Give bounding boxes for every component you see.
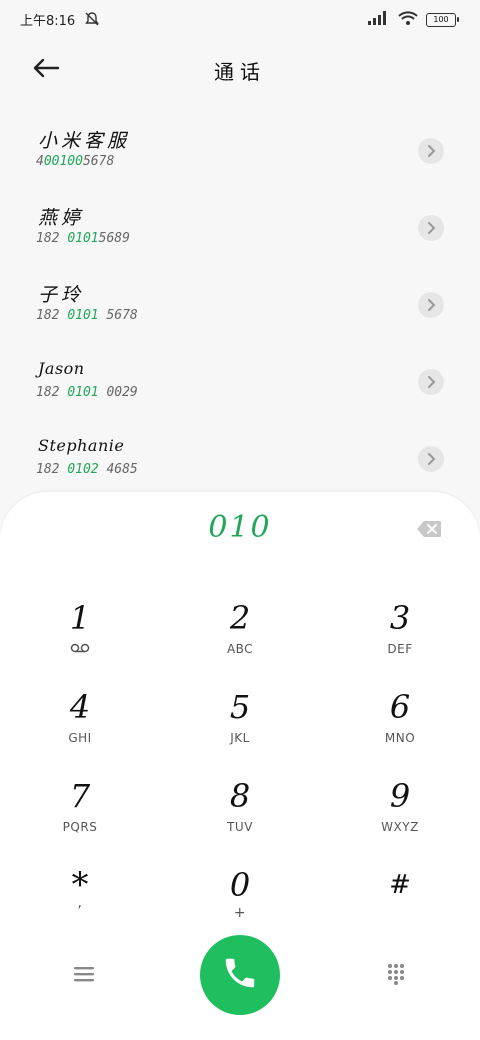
key-letters: PQRS — [62, 820, 98, 834]
menu-button[interactable] — [64, 958, 104, 994]
key-digit: 2 — [229, 599, 251, 637]
contact-row[interactable]: 子玲 182 0101 5678 — [0, 266, 480, 343]
contact-name: 子玲 — [38, 284, 85, 306]
number-prefix: 182 — [36, 462, 68, 477]
page-title: 通话 — [214, 60, 266, 84]
header: 通话 — [0, 48, 480, 92]
contact-number: 4001005678 — [36, 154, 114, 169]
status-bar: 上午8:16 100 — [0, 0, 480, 40]
dialpad-panel: 010 1 2 ABC 3 DEF 4 GHI 5 JKL 6 MNO 7 PQ… — [0, 492, 480, 1040]
contact-row[interactable]: Jason 182 0101 0029 — [0, 343, 480, 420]
key-7[interactable]: 7 PQRS — [0, 770, 160, 858]
phone-icon — [221, 954, 259, 996]
key-2[interactable]: 2 ABC — [160, 592, 320, 680]
contact-row[interactable]: 燕婷 182 01015689 — [0, 189, 480, 266]
key-letters: , — [77, 895, 83, 911]
menu-icon — [73, 965, 95, 987]
contact-number: 182 0101 0029 — [36, 385, 138, 400]
key-letters: JKL — [230, 731, 250, 745]
contact-number: 182 0102 4685 — [36, 462, 138, 477]
action-bar — [0, 932, 480, 1022]
detail-button[interactable] — [418, 369, 444, 395]
battery-indicator: 100 — [426, 12, 459, 27]
key-1[interactable]: 1 — [0, 592, 160, 680]
key-5[interactable]: 5 JKL — [160, 681, 320, 769]
key-letters: ABC — [226, 642, 254, 656]
contact-name: Jason — [38, 359, 85, 378]
number-suffix: 5689 — [98, 231, 130, 246]
key-digit: 0 — [229, 866, 251, 904]
dialed-number[interactable]: 010 — [0, 510, 480, 545]
contact-row[interactable]: Stephanie 182 0102 4685 — [0, 420, 480, 497]
key-digit: 1 — [69, 599, 91, 637]
number-prefix: 4 — [36, 154, 44, 169]
detail-button[interactable] — [418, 138, 444, 164]
chevron-right-icon — [426, 142, 436, 161]
number-match: 0101 — [67, 231, 99, 246]
contact-row[interactable]: 小米客服 4001005678 — [0, 112, 480, 189]
key-letters: GHI — [68, 731, 92, 745]
dialpad-toggle-button[interactable] — [376, 958, 416, 994]
key-digit: 9 — [389, 777, 411, 815]
key-9[interactable]: 9 WXYZ — [320, 770, 480, 858]
dialpad-icon — [386, 963, 406, 989]
status-time: 上午8:16 — [20, 14, 76, 29]
chevron-right-icon — [426, 373, 436, 392]
number-prefix: 182 — [36, 231, 68, 246]
number-match: 0101 — [67, 385, 99, 400]
key-digit: # — [389, 870, 411, 900]
status-icons: 100 — [368, 10, 459, 29]
key-letters: DEF — [387, 642, 413, 656]
number-suffix: 4685 — [98, 462, 138, 477]
call-button[interactable] — [200, 935, 280, 1015]
key-digit: 3 — [389, 599, 411, 637]
wifi-icon — [398, 10, 418, 29]
backspace-button[interactable] — [416, 520, 442, 538]
number-match: 0101 — [67, 308, 99, 323]
number-prefix: 182 — [36, 385, 68, 400]
chevron-right-icon — [426, 296, 436, 315]
key-digit: 5 — [229, 688, 251, 726]
key-digit: 8 — [229, 777, 251, 815]
number-suffix: 0029 — [98, 385, 138, 400]
key-digit: 4 — [69, 688, 91, 726]
key-3[interactable]: 3 DEF — [320, 592, 480, 680]
key-letters: WXYZ — [381, 820, 419, 834]
detail-button[interactable] — [418, 292, 444, 318]
contact-name: Stephanie — [38, 436, 125, 455]
number-suffix: 5678 — [98, 308, 138, 323]
number-suffix: 5678 — [82, 154, 115, 169]
key-8[interactable]: 8 TUV — [160, 770, 320, 858]
number-match: 00100 — [43, 154, 83, 169]
contact-number: 182 0101 5678 — [36, 308, 138, 323]
key-4[interactable]: 4 GHI — [0, 681, 160, 769]
key-digit: 7 — [69, 777, 91, 815]
backspace-icon — [416, 521, 442, 542]
contact-name: 小米客服 — [38, 130, 131, 152]
key-letters: TUV — [227, 820, 253, 834]
voicemail-icon — [0, 642, 160, 656]
number-prefix: 182 — [36, 308, 68, 323]
key-letters: MNO — [384, 731, 416, 745]
chevron-right-icon — [426, 219, 436, 238]
key-digit: 6 — [389, 688, 411, 726]
detail-button[interactable] — [418, 446, 444, 472]
contact-name: 燕婷 — [38, 207, 85, 229]
key-letters: + — [233, 905, 247, 921]
signal-icon — [368, 10, 390, 29]
chevron-right-icon — [426, 450, 436, 469]
key-6[interactable]: 6 MNO — [320, 681, 480, 769]
contact-number: 182 01015689 — [36, 231, 130, 246]
number-match: 0102 — [67, 462, 99, 477]
mute-icon — [84, 11, 100, 31]
detail-button[interactable] — [418, 215, 444, 241]
